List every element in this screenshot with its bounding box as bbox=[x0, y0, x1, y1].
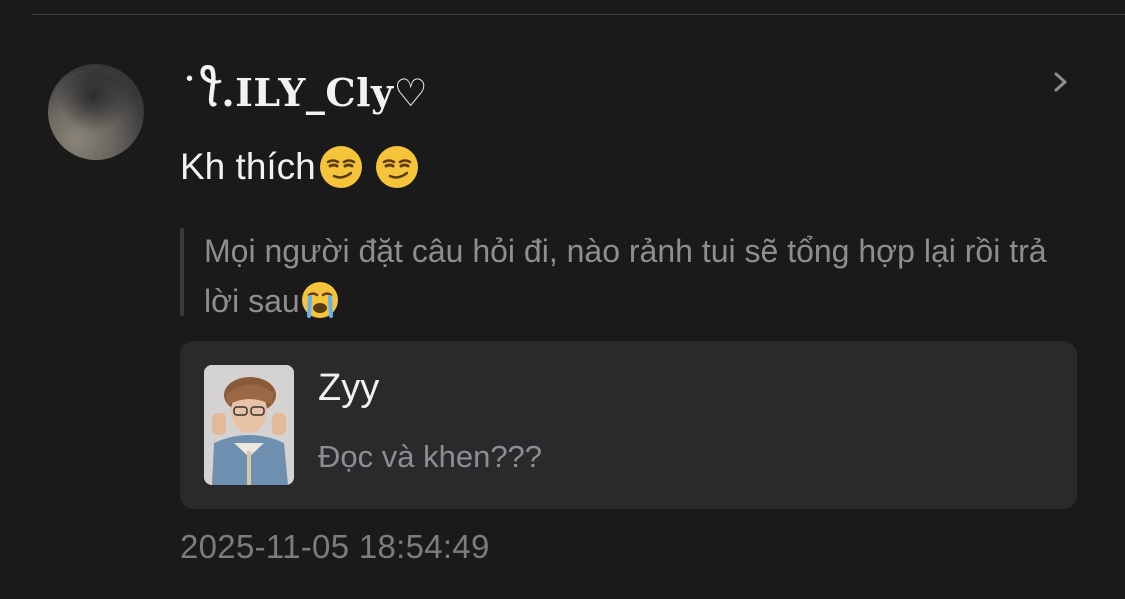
timestamp: 2025-11-05 18:54:49 bbox=[180, 528, 490, 565]
card-subtitle: Đọc và khen??? bbox=[318, 439, 543, 474]
linked-post-card[interactable]: Zyy Đọc và khen??? bbox=[180, 341, 1077, 509]
username[interactable]: ˙ꪻ.ILY_Cly♡ bbox=[180, 56, 428, 136]
comment-text: Kh thích bbox=[180, 146, 316, 187]
comment-screen: ˙ꪻ.ILY_Cly♡ Kh thích Mọi người đặt câu h… bbox=[0, 0, 1125, 599]
card-title: Zyy bbox=[318, 367, 380, 409]
quoted-message[interactable]: Mọi người đặt câu hỏi đi, nào rảnh tui s… bbox=[180, 226, 1060, 319]
post-thumbnail bbox=[204, 365, 294, 485]
top-divider bbox=[32, 14, 1125, 15]
avatar[interactable] bbox=[48, 64, 144, 160]
quoted-text-block: Mọi người đặt câu hỏi đi, nào rảnh tui s… bbox=[204, 226, 1064, 326]
quote-bar bbox=[180, 228, 184, 316]
comment-body: Kh thích bbox=[180, 144, 420, 190]
crying-emoji-icon bbox=[301, 282, 338, 318]
smirk-emoji-icon bbox=[319, 146, 362, 188]
smirk-emoji-icon bbox=[375, 146, 418, 188]
person-photo-icon bbox=[204, 365, 294, 485]
chevron-right-icon[interactable] bbox=[1049, 68, 1073, 96]
